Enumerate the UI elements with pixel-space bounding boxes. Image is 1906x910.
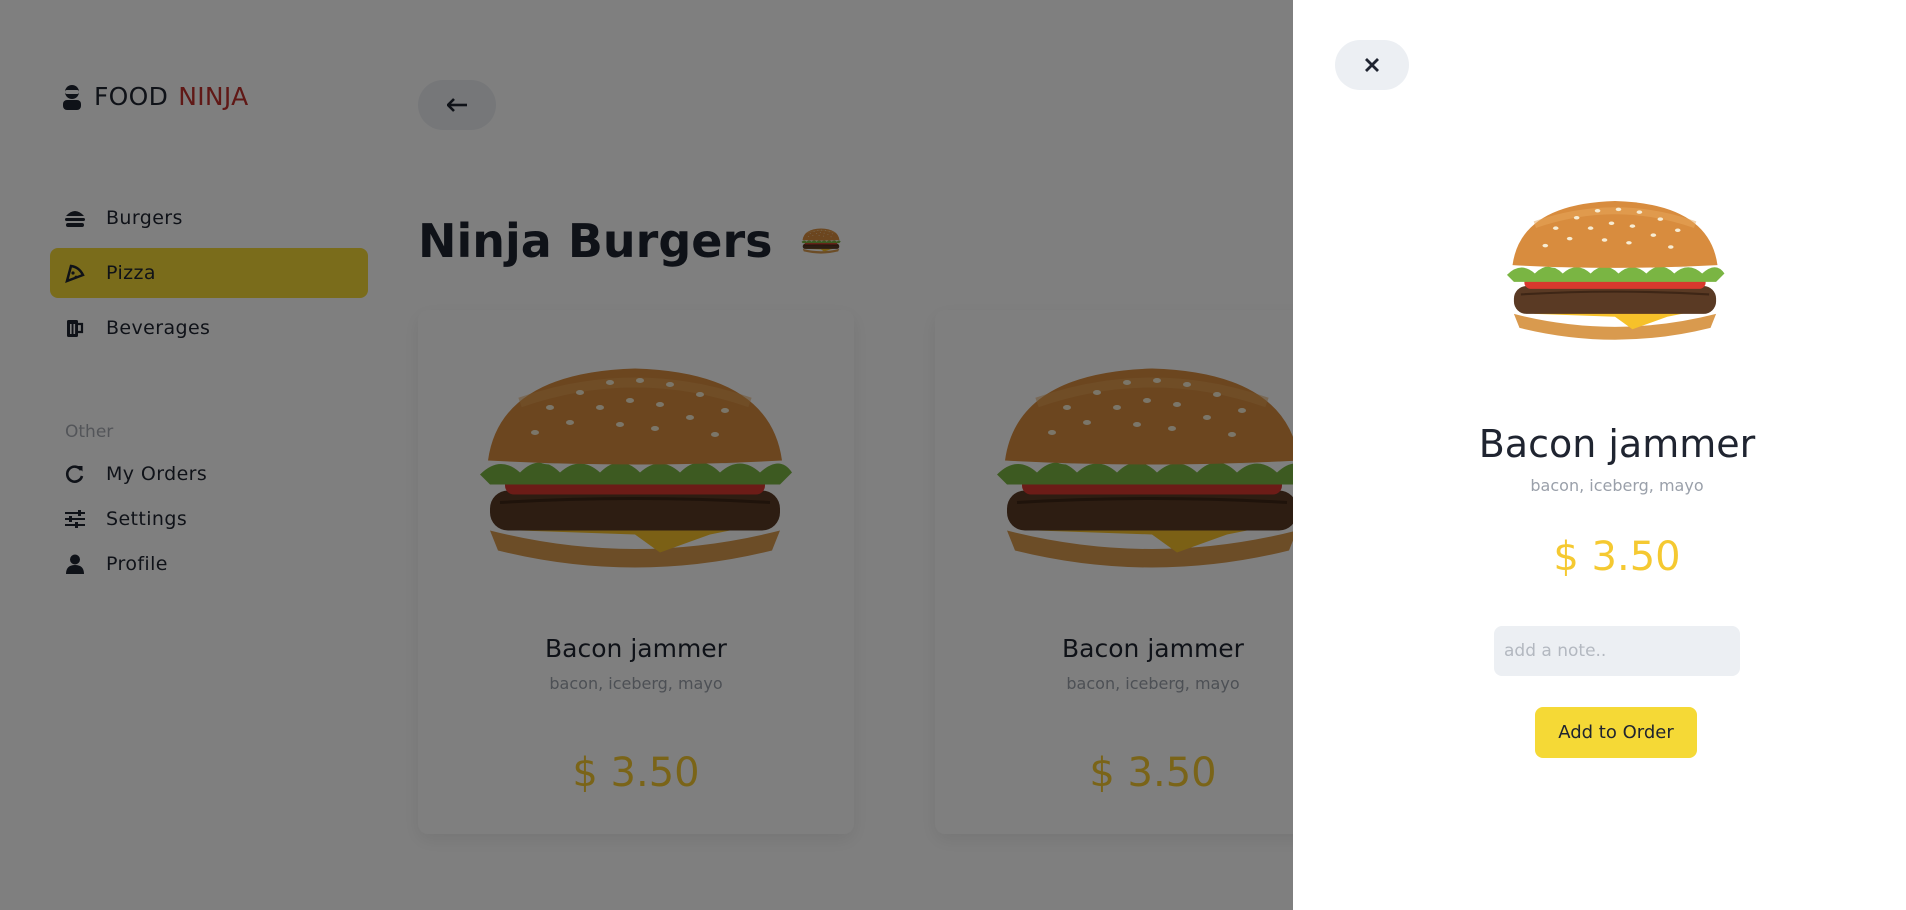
close-button[interactable] bbox=[1335, 40, 1409, 90]
burger-image bbox=[1493, 188, 1737, 352]
add-to-order-button[interactable]: Add to Order bbox=[1535, 707, 1697, 758]
close-icon bbox=[1365, 58, 1379, 72]
product-name: Bacon jammer bbox=[1478, 422, 1756, 466]
product-detail-drawer: Bacon jammer bacon, iceberg, mayo $ 3.50… bbox=[1293, 0, 1906, 910]
product-description: bacon, iceberg, mayo bbox=[1530, 476, 1704, 495]
product-price: $ 3.50 bbox=[1553, 534, 1681, 580]
note-input[interactable] bbox=[1494, 626, 1740, 676]
